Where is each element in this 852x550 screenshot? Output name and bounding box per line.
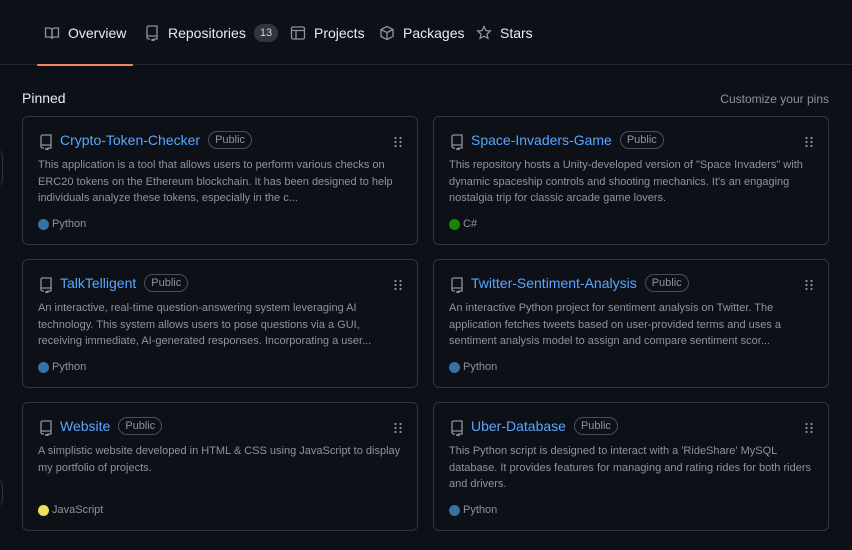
repo-icon — [38, 134, 54, 151]
tab-repositories[interactable]: Repositories 13 — [144, 0, 279, 65]
pinned-repo-card: TalkTelligent Public An interactive, rea… — [22, 259, 418, 388]
project-table-icon — [290, 25, 306, 41]
language-label: Python — [463, 361, 498, 373]
left-edge-fragment — [0, 478, 3, 508]
repo-icon — [449, 420, 465, 437]
star-icon — [476, 24, 492, 41]
tab-overview[interactable]: Overview — [36, 0, 134, 66]
language-color-dot — [449, 218, 460, 230]
language-color-dot — [38, 504, 49, 516]
repo-icon — [38, 420, 54, 437]
tab-packages-label: Packages — [403, 24, 465, 41]
tab-packages[interactable]: Packages — [379, 0, 464, 65]
language-color-dot — [38, 361, 49, 373]
drag-handle-icon[interactable] — [392, 421, 404, 435]
repo-description: An interactive Python project for sentim… — [449, 302, 782, 347]
pinned-repo-card: Uber-Database Public This Python script … — [433, 402, 829, 531]
language-label: C# — [463, 218, 478, 230]
language-label: JavaScript — [52, 504, 104, 516]
repo-icon — [144, 24, 160, 41]
repo-icon — [449, 134, 465, 151]
repo-language: Python — [38, 361, 86, 373]
repositories-count-badge: 13 — [253, 23, 279, 42]
tab-stars-label: Stars — [500, 24, 533, 41]
repo-icon — [38, 277, 54, 294]
customize-pins-link[interactable]: Customize your pins — [720, 92, 829, 106]
repo-description: This application is a tool that allows u… — [38, 159, 393, 204]
repo-description: A simplistic website developed in HTML &… — [38, 445, 401, 474]
repo-description: This repository hosts a Unity-developed … — [449, 159, 803, 204]
visibility-badge: Public — [144, 274, 189, 292]
visibility-badge: Public — [644, 274, 689, 292]
language-color-dot — [449, 504, 460, 516]
language-color-dot — [449, 361, 460, 373]
repo-language: Python — [449, 361, 497, 373]
pinned-repo-card: Twitter-Sentiment-Analysis Public An int… — [433, 259, 829, 388]
drag-handle-icon[interactable] — [392, 135, 404, 149]
drag-handle-icon[interactable] — [392, 278, 404, 292]
visibility-badge: Public — [118, 417, 163, 435]
repo-name-link[interactable]: Space-Invaders-Game — [471, 132, 612, 148]
repo-language: Python — [449, 504, 497, 516]
repo-name-link[interactable]: TalkTelligent — [60, 275, 136, 291]
package-icon — [379, 25, 395, 41]
repo-description: This Python script is designed to intera… — [449, 445, 811, 490]
pinned-repo-card: Crypto-Token-Checker Public This applica… — [22, 116, 418, 245]
repo-name-link[interactable]: Twitter-Sentiment-Analysis — [471, 275, 637, 291]
repo-description: An interactive, real-time question-answe… — [38, 302, 372, 347]
pinned-section-title: Pinned — [22, 90, 66, 106]
drag-handle-icon[interactable] — [803, 421, 815, 435]
language-label: Python — [52, 361, 87, 373]
repo-language: JavaScript — [38, 504, 103, 516]
repo-name-link[interactable]: Uber-Database — [471, 418, 566, 434]
visibility-badge: Public — [573, 417, 618, 435]
language-color-dot — [38, 218, 49, 230]
repo-language: Python — [38, 218, 86, 230]
pinned-repo-card: Space-Invaders-Game Public This reposito… — [433, 116, 829, 245]
drag-handle-icon[interactable] — [803, 278, 815, 292]
left-edge-fragment — [0, 148, 3, 188]
tab-projects[interactable]: Projects — [290, 0, 365, 65]
visibility-badge: Public — [208, 131, 253, 149]
repo-language: C# — [449, 218, 477, 230]
tab-stars[interactable]: Stars — [476, 0, 533, 65]
drag-handle-icon[interactable] — [803, 135, 815, 149]
repo-name-link[interactable]: Website — [60, 418, 110, 434]
language-label: Python — [52, 218, 87, 230]
pinned-repo-card: Website Public A simplistic website deve… — [22, 402, 418, 531]
tab-repositories-label: Repositories — [168, 24, 246, 41]
visibility-badge: Public — [619, 131, 664, 149]
repo-name-link[interactable]: Crypto-Token-Checker — [60, 132, 200, 148]
repo-icon — [449, 277, 465, 294]
tab-overview-label: Overview — [68, 24, 127, 41]
book-icon — [44, 25, 60, 41]
tab-projects-label: Projects — [314, 24, 365, 41]
profile-tabs: Overview Repositories 13 Projects Packag… — [0, 0, 852, 66]
language-label: Python — [463, 504, 498, 516]
